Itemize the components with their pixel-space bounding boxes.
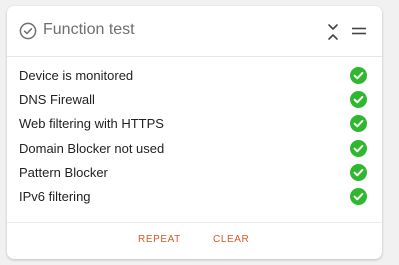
check-label: DNS Firewall [19, 92, 95, 108]
check-circle-icon [350, 139, 367, 157]
check-label: Domain Blocker not used [19, 140, 165, 156]
check-label: Web filtering with HTTPS [19, 116, 164, 132]
clear-button[interactable]: CLEAR [213, 233, 249, 247]
check-circle-icon [350, 163, 367, 181]
list-item: DNS Firewall [7, 88, 382, 112]
drag-handle-icon[interactable] [351, 24, 367, 38]
check-circle-icon [350, 67, 367, 84]
collapse-chevrons-icon[interactable] [325, 22, 341, 42]
check-circle-icon [350, 91, 367, 109]
check-circle-icon [350, 115, 367, 133]
function-test-card: Function test Device is monitored DNS Fi… [7, 6, 382, 259]
card-title: Function test [43, 21, 135, 38]
check-circle-outline-icon [19, 22, 37, 40]
check-circle-icon [350, 187, 367, 205]
repeat-button[interactable]: REPEAT [138, 233, 181, 247]
list-item: Device is monitored [7, 64, 382, 88]
check-label: IPv6 filtering [19, 188, 91, 204]
check-label: Device is monitored [19, 68, 134, 83]
list-item: IPv6 filtering [7, 185, 382, 209]
check-label: Pattern Blocker [19, 164, 108, 180]
card-header: Function test [7, 6, 382, 57]
list-item: Pattern Blocker [7, 161, 382, 185]
check-list: Device is monitored DNS Firewall Web fil… [7, 64, 382, 209]
list-item: Domain Blocker not used [7, 137, 382, 161]
list-item: Web filtering with HTTPS [7, 112, 382, 136]
card-actions: REPEAT CLEAR [7, 222, 382, 259]
